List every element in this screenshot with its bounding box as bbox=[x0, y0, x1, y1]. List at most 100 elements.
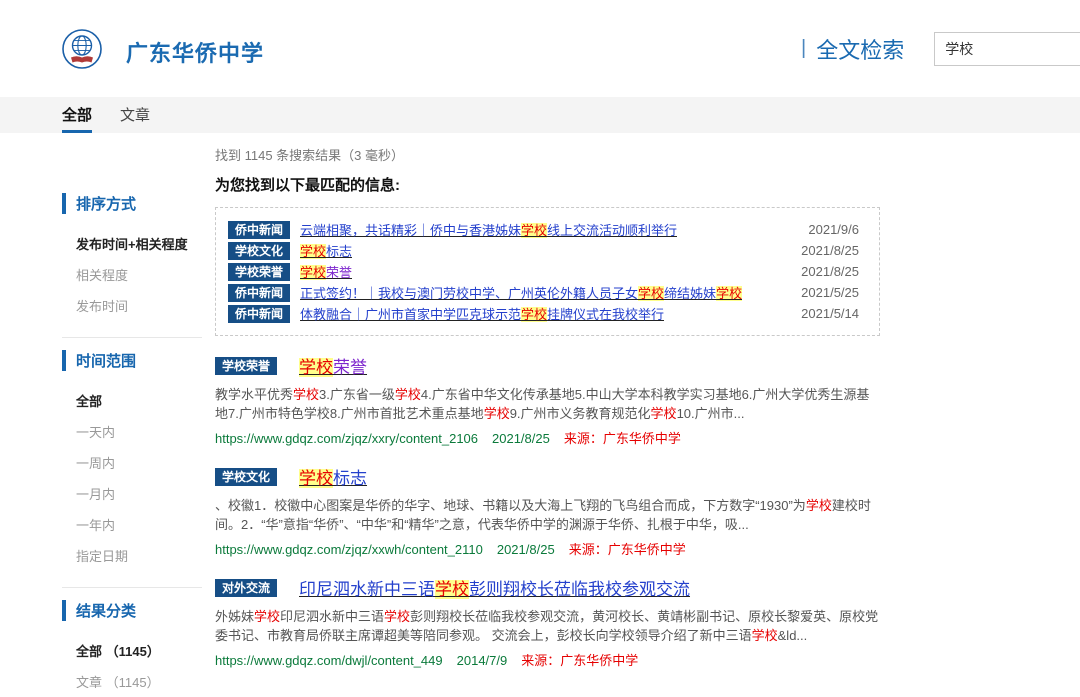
snippet-segment: 9.广州市义务教育规范化 bbox=[510, 406, 651, 421]
snippet-segment: 3.广东省一级 bbox=[319, 387, 395, 402]
title-segment: 学校 bbox=[521, 223, 547, 238]
sidebar-item[interactable]: 全部 bbox=[62, 385, 203, 416]
title-segment: 学校 bbox=[300, 265, 326, 280]
snippet-segment: 10.广州市... bbox=[677, 406, 745, 421]
top-match-date: 2021/8/25 bbox=[801, 243, 867, 258]
result-snippet: 外姊妹学校印尼泗水新中三语学校彭则翔校长莅临我校参观交流，黄河校长、黄靖彬副书记… bbox=[215, 607, 880, 645]
search-input[interactable] bbox=[934, 32, 1080, 66]
result-title-link[interactable]: 印尼泗水新中三语学校彭则翔校长莅临我校参观交流 bbox=[299, 575, 690, 600]
result-header: 对外交流 印尼泗水新中三语学校彭则翔校长莅临我校参观交流 bbox=[215, 575, 880, 600]
sidebar: 排序方式发布时间+相关程度相关程度发布时间时间范围全部一天内一周内一月内一年内指… bbox=[62, 181, 203, 697]
category-badge: 学校荣誉 bbox=[215, 357, 277, 375]
top-match-date: 2021/9/6 bbox=[808, 222, 867, 237]
title-segment: 印尼泗水新中三语 bbox=[299, 580, 435, 599]
snippet-segment: 学校 bbox=[293, 387, 319, 402]
top-match-link[interactable]: 体教融合｜广州市首家中学匹克球示范学校挂牌仪式在我校举行 bbox=[300, 304, 664, 323]
top-matches-box: 侨中新闻云端相聚，共话精彩｜侨中与香港姊妹学校线上交流活动顺利举行2021/9/… bbox=[215, 207, 880, 336]
top-match-row: 侨中新闻体教融合｜广州市首家中学匹克球示范学校挂牌仪式在我校举行 2021/5/1… bbox=[228, 303, 867, 324]
top-match-row: 侨中新闻云端相聚，共话精彩｜侨中与香港姊妹学校线上交流活动顺利举行2021/9/… bbox=[228, 219, 867, 240]
result-header: 学校荣誉 学校荣誉 bbox=[215, 353, 880, 378]
results-list: 学校荣誉 学校荣誉教学水平优秀学校3.广东省一级学校4.广东省中华文化传承基地5.… bbox=[215, 353, 880, 669]
site-title: 广东华侨中学 | 全文检索 bbox=[114, 30, 904, 68]
sidebar-divider bbox=[62, 337, 202, 338]
tab-all[interactable]: 全部 bbox=[62, 104, 92, 133]
title-segment: 学校 bbox=[716, 286, 742, 301]
sidebar-item[interactable]: 发布时间+相关程度 bbox=[62, 228, 203, 259]
sidebar-item[interactable]: 一周内 bbox=[62, 447, 203, 478]
search-result: 对外交流印尼泗水新中三语学校彭则翔校长莅临我校参观交流外姊妹学校印尼泗水新中三语… bbox=[215, 575, 880, 669]
title-segment: 学校 bbox=[435, 580, 469, 599]
sidebar-section-heading: 结果分类 bbox=[62, 600, 203, 621]
title-segment: 学校 bbox=[638, 286, 664, 301]
top-match-date: 2021/5/14 bbox=[801, 306, 867, 321]
tab-articles[interactable]: 文章 bbox=[120, 104, 150, 133]
sidebar-item[interactable]: 发布时间 bbox=[62, 290, 203, 321]
sidebar-divider bbox=[62, 587, 202, 588]
sidebar-item[interactable]: 一年内 bbox=[62, 509, 203, 540]
title-segment: 学校 bbox=[521, 307, 547, 322]
result-url-link[interactable]: https://www.gdqz.com/zjqz/xxry/content_2… bbox=[215, 431, 478, 446]
sidebar-item[interactable]: 一天内 bbox=[62, 416, 203, 447]
top-match-row: 学校荣誉学校荣誉2021/8/25 bbox=[228, 261, 867, 282]
sidebar-item[interactable]: 一月内 bbox=[62, 478, 203, 509]
category-badge: 学校文化 bbox=[215, 468, 277, 486]
school-logo-icon[interactable] bbox=[62, 29, 102, 69]
title-segment: 荣誉 bbox=[326, 265, 352, 280]
title-segment: 标志 bbox=[326, 244, 352, 259]
sidebar-item[interactable]: 指定日期 bbox=[62, 540, 203, 571]
result-type-tabs: 全部 文章 bbox=[0, 97, 1080, 133]
best-match-heading: 为您找到以下最匹配的信息: bbox=[215, 174, 880, 195]
top-match-row: 侨中新闻正式签约！｜我校与澳门劳校中学、广州英伦外籍人员子女学校缔结姊妹学校20… bbox=[228, 282, 867, 303]
result-source: 来源：广东华侨中学 bbox=[564, 431, 681, 446]
site-title-main: 广东华侨中学 bbox=[126, 30, 791, 68]
result-title-link[interactable]: 学校标志 bbox=[299, 464, 367, 489]
snippet-segment: 学校 bbox=[395, 387, 421, 402]
category-badge: 对外交流 bbox=[215, 579, 277, 597]
top-match-link[interactable]: 云端相聚，共话精彩｜侨中与香港姊妹学校线上交流活动顺利举行 bbox=[300, 220, 677, 239]
title-segment: 云端相聚，共话精彩｜侨中与香港姊妹 bbox=[300, 223, 521, 238]
snippet-segment: 、校徽1．校徽中心图案是华侨的华字、地球、书籍以及大海上飞翔的飞鸟组合而成，下方… bbox=[215, 498, 806, 513]
result-snippet: 教学水平优秀学校3.广东省一级学校4.广东省中华文化传承基地5.中山大学本科教学… bbox=[215, 385, 880, 423]
header: 广东华侨中学 | 全文检索 搜 索 高级 站点首页 帮助 bbox=[0, 0, 1080, 97]
result-url-link[interactable]: https://www.gdqz.com/dwjl/content_449 bbox=[215, 653, 443, 668]
result-meta: https://www.gdqz.com/zjqz/xxry/content_2… bbox=[215, 428, 880, 447]
result-date: 2021/8/25 bbox=[492, 431, 550, 446]
top-match-link[interactable]: 正式签约！｜我校与澳门劳校中学、广州英伦外籍人员子女学校缔结姊妹学校 bbox=[300, 283, 742, 302]
search-result: 学校文化 学校标志、校徽1．校徽中心图案是华侨的华字、地球、书籍以及大海上飞翔的飞… bbox=[215, 464, 880, 558]
search-bar: 搜 索 高级 bbox=[934, 29, 1080, 69]
top-match-date: 2021/5/25 bbox=[801, 285, 867, 300]
top-match-link[interactable]: 学校荣誉 bbox=[300, 262, 352, 281]
title-segment: 学校 bbox=[299, 469, 333, 488]
result-snippet: 、校徽1．校徽中心图案是华侨的华字、地球、书籍以及大海上飞翔的飞鸟组合而成，下方… bbox=[215, 496, 880, 534]
sidebar-item[interactable]: 文章 （1145） bbox=[62, 666, 203, 697]
title-segment: 线上交流活动顺利举行 bbox=[547, 223, 677, 238]
category-badge: 侨中新闻 bbox=[228, 305, 290, 323]
result-source: 来源：广东华侨中学 bbox=[521, 653, 638, 668]
snippet-segment: 教学水平优秀 bbox=[215, 387, 293, 402]
sidebar-item[interactable]: 全部 （1145） bbox=[62, 635, 203, 666]
snippet-segment: 外姊妹 bbox=[215, 609, 254, 624]
title-segment: 挂牌仪式在我校举行 bbox=[547, 307, 664, 322]
site-title-sub: 全文检索 bbox=[816, 33, 904, 65]
result-title-link[interactable]: 学校荣誉 bbox=[299, 353, 367, 378]
sidebar-section-heading: 时间范围 bbox=[62, 350, 203, 371]
top-match-row: 学校文化学校标志 2021/8/25 bbox=[228, 240, 867, 261]
sidebar-item[interactable]: 相关程度 bbox=[62, 259, 203, 290]
title-segment: 彭则翔校长莅临我校参观交流 bbox=[469, 580, 690, 599]
results-main: 找到 1145 条搜索结果（3 毫秒） 为您找到以下最匹配的信息: 侨中新闻云端… bbox=[215, 133, 880, 697]
content: 排序方式发布时间+相关程度相关程度发布时间时间范围全部一天内一周内一月内一年内指… bbox=[0, 133, 1080, 697]
title-segment: 体教融合｜广州市首家中学匹克球示范 bbox=[300, 307, 521, 322]
title-segment: 学校 bbox=[299, 358, 333, 377]
sidebar-section-heading: 排序方式 bbox=[62, 193, 203, 214]
top-match-link[interactable]: 学校标志 bbox=[300, 241, 352, 260]
category-badge: 学校文化 bbox=[228, 242, 290, 260]
results-count-text: 找到 1145 条搜索结果（3 毫秒） bbox=[215, 145, 880, 164]
result-date: 2014/7/9 bbox=[457, 653, 508, 668]
result-url-link[interactable]: https://www.gdqz.com/zjqz/xxwh/content_2… bbox=[215, 542, 483, 557]
result-meta: https://www.gdqz.com/dwjl/content_449 201… bbox=[215, 650, 880, 669]
snippet-segment: 学校 bbox=[752, 628, 778, 643]
snippet-segment: 印尼泗水新中三语 bbox=[280, 609, 384, 624]
title-separator: | bbox=[801, 37, 806, 60]
snippet-segment: 学校 bbox=[484, 406, 510, 421]
title-segment: 标志 bbox=[333, 469, 367, 488]
